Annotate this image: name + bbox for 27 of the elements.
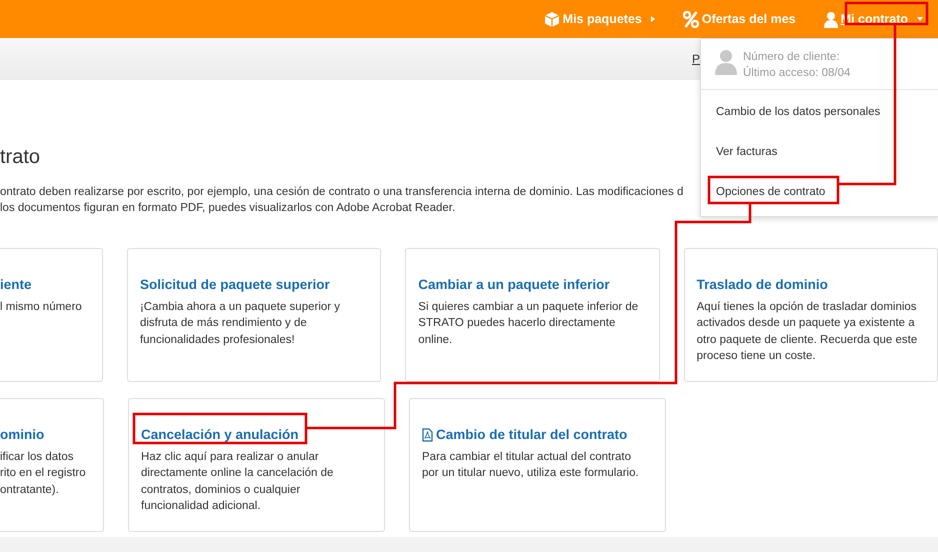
avatar-icon: [715, 49, 737, 75]
customer-number: Número de cliente:: [743, 50, 841, 65]
card-description: ificar los datos rito en el registro ontratante).: [0, 450, 87, 498]
card-title-link[interactable]: Cancelación y anulación: [141, 427, 299, 442]
pdf-icon: [422, 428, 433, 442]
box-icon: [544, 10, 560, 28]
card-description: Si quieres cambiar a un paquete inferior de STRATO puedes hacerlo directamente online.: [418, 300, 640, 348]
card-title-link[interactable]: Traslado de dominio: [696, 277, 828, 292]
percent-icon: [682, 10, 699, 28]
card-title-link[interactable]: Solicitud de paquete superior: [140, 277, 330, 292]
card-title-link[interactable]: iente: [0, 277, 32, 292]
menu-item[interactable]: Opciones de contrato: [701, 171, 938, 211]
card-description: Para cambiar el titular actual del contrato por un titular nuevo, utiliza este formulario.: [422, 450, 640, 482]
card-description: l mismo número: [0, 300, 83, 315]
menu-item[interactable]: Ver facturas: [701, 131, 938, 171]
card-description: Aquí tienes la opción de trasladar dominios activados desde un paquete ya existente a otro paquete de cliente. Recuerda que este proceso tiene un coste.: [696, 300, 918, 364]
card-title-link[interactable]: Cambio de titular del contrato: [436, 427, 628, 442]
card-title-link[interactable]: ominio: [0, 427, 44, 442]
card-description: ¡Cambia ahora a un paquete superior y disfruta de más rendimiento y de funcionalidades profesionales!: [140, 300, 342, 348]
last-access: Último acceso: 08/04: [743, 65, 850, 81]
page-heading: trato: [0, 145, 40, 170]
intro-paragraph: ontrato deben realizarse por escrito, por ejemplo, una cesión de contrato o una transferencia interna de dominio. Las modificaciones d los documentos figuran en formato PDF, puedes visualizarlos con Adobe Acrobat Reader.: [0, 185, 684, 216]
card-title-link[interactable]: Cambiar a un paquete inferior: [418, 277, 610, 292]
menu-item[interactable]: Cambio de los datos personales: [701, 91, 938, 131]
breadcrumb-link[interactable]: P: [692, 52, 700, 66]
card-description: Haz clic aquí para realizar o anular directamente online la cancelación de contratos, dominios o cualquier funcionalidad adicional.: [141, 450, 334, 514]
user-icon: [824, 10, 838, 28]
